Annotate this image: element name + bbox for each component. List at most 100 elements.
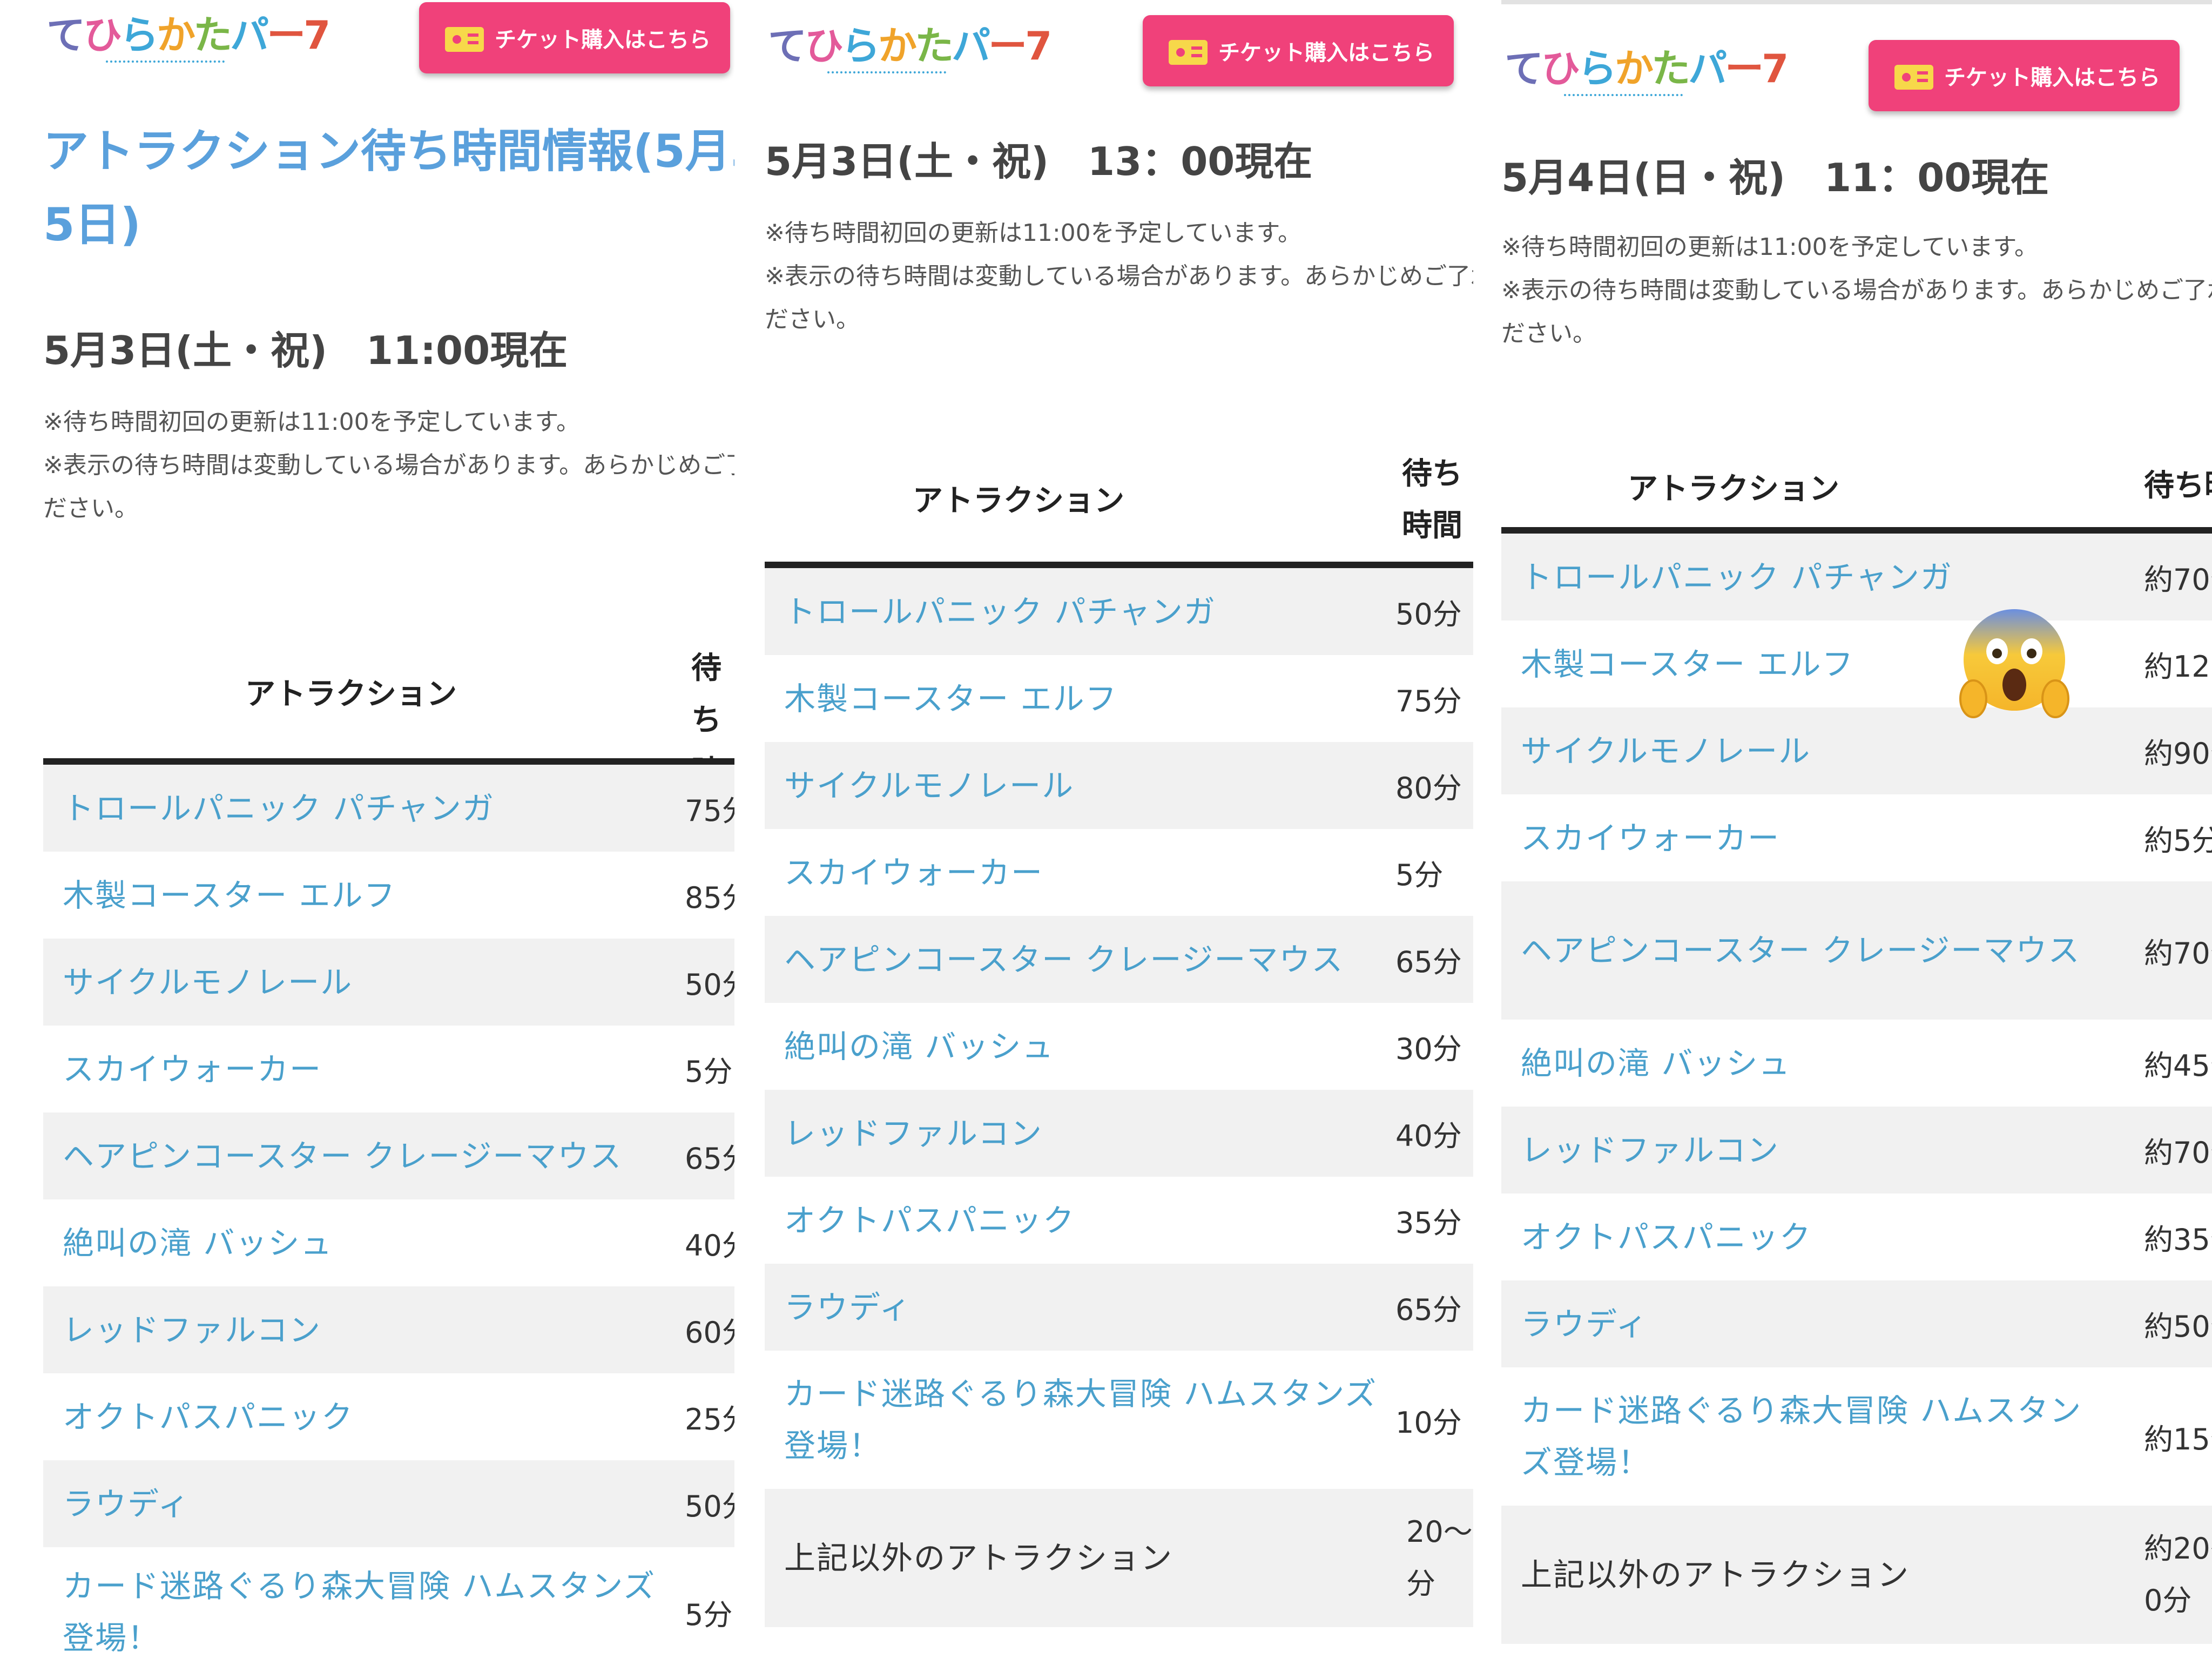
attraction-link[interactable]: サイクルモノレール [63, 939, 353, 1026]
table-row[interactable]: 木製コースター エルフ 85分 [43, 852, 734, 939]
table-row[interactable]: サイクルモノレール 50分 [43, 939, 734, 1026]
wait-time: 約35分 [2144, 1223, 2212, 1257]
table-row[interactable]: サイクルモノレール 80分 [765, 742, 1473, 829]
attraction-link[interactable]: ヘアピンコースター クレージーマウス [784, 916, 1344, 1003]
table-row[interactable]: ヘアピンコースター クレージーマウス 65分 [765, 916, 1473, 1003]
table-row[interactable]: 木製コースター エルフ 75分 [765, 655, 1473, 742]
attraction-link[interactable]: ラウディ [63, 1460, 190, 1547]
table-row[interactable]: レッドファルコン 60分 [43, 1286, 734, 1373]
table-row[interactable]: ラウディ 50分 [43, 1460, 734, 1547]
wait-time-table: アトラクション 待ち時間 トロールパニック パチャンガ 75分 木製コースター エ… [43, 626, 734, 1659]
table-row[interactable]: オクトパスパニック 35分 [765, 1177, 1473, 1264]
table-row[interactable]: ラウディ 約50分 [1501, 1280, 2212, 1367]
park-logo[interactable]: てひらかたパー7 [1505, 39, 1789, 98]
ticket-icon [445, 27, 484, 52]
table-row[interactable]: カード迷路ぐるり森大冒険 ハムスタンズ登場！ 約15分 [1501, 1367, 2212, 1506]
park-logo[interactable]: てひらかたパー7 [46, 5, 331, 65]
table-row[interactable]: トロールパニック パチャンガ 50分 [765, 568, 1473, 655]
table-row[interactable]: スカイウォーカー 5分 [765, 829, 1473, 916]
attraction-link[interactable]: トロールパニック パチャンガ [1521, 534, 1953, 621]
ticket-button-label: チケット購入はこちら [1218, 41, 1434, 65]
table-row[interactable]: オクトパスパニック 約35分 [1501, 1193, 2212, 1280]
table-row[interactable]: サイクルモノレール 約90分 [1501, 707, 2212, 794]
attraction-link[interactable]: 木製コースター エルフ [1521, 621, 1854, 707]
attraction-link[interactable]: ラウディ [1521, 1280, 1648, 1367]
attraction-link[interactable]: ヘアピンコースター クレージーマウス [63, 1112, 622, 1199]
table-row[interactable]: 絶叫の滝 バッシュ 40分 [43, 1199, 734, 1286]
wait-time: 約70分 [2144, 1136, 2212, 1170]
table-row[interactable]: 上記以外のアトラクション 20〜2 分 [765, 1489, 1473, 1627]
note-line-1: ※待ち時間初回の更新は11:00を予定しています。 [1501, 233, 2038, 261]
table-row[interactable]: 上記以外のアトラクション 約20〜 0分 [1501, 1506, 2212, 1644]
ticket-button-label: チケット購入はこちら [495, 28, 711, 52]
attraction-link[interactable]: レッドファルコン [784, 1090, 1043, 1177]
table-row[interactable]: カード迷路ぐるり森大冒険 ハムスタンズ登場！ 10分 [765, 1351, 1473, 1489]
wait-time: 約45分 [2144, 1049, 2212, 1083]
table-row[interactable]: トロールパニック パチャンガ 75分 [43, 765, 734, 852]
wait-time: 5分 [685, 1055, 733, 1089]
attraction-link[interactable]: サイクルモノレール [784, 742, 1074, 829]
table-header: アトラクション 待ち時間 [1501, 441, 2212, 534]
table-row[interactable]: 木製コースター エルフ 約120分 [1501, 621, 2212, 707]
table-row[interactable]: 絶叫の滝 バッシュ 30分 [765, 1003, 1473, 1090]
attraction-link[interactable]: トロールパニック パチャンガ [63, 765, 495, 852]
wait-time: 65分 [1395, 1293, 1462, 1327]
wait-time: 5分 [1395, 858, 1444, 892]
attraction-link[interactable]: レッドファルコン [1521, 1107, 1779, 1193]
ticket-icon [1169, 40, 1208, 65]
attraction-link[interactable]: オクトパスパニック [784, 1177, 1075, 1264]
table-row[interactable]: レッドファルコン 40分 [765, 1090, 1473, 1177]
wait-time: 約15分 [2144, 1422, 2212, 1456]
attraction-link[interactable]: オクトパスパニック [63, 1373, 354, 1460]
logo-wave [1564, 89, 1683, 96]
ticket-purchase-button[interactable]: チケット購入はこちら [1869, 40, 2180, 111]
attraction-link[interactable]: 木製コースター エルフ [784, 655, 1118, 742]
attraction-link[interactable]: スカイウォーカー [63, 1026, 322, 1112]
header-attraction: アトラクション [1628, 471, 1839, 507]
attraction-link[interactable]: カード迷路ぐるり森大冒険 ハムスタンズ登場！ [63, 1547, 667, 1659]
table-row[interactable]: 絶叫の滝 バッシュ 約45分 [1501, 1020, 2212, 1107]
note-line-1: ※待ち時間初回の更新は11:00を予定しています。 [765, 219, 1301, 247]
wait-time: 85分 [685, 881, 734, 915]
table-row[interactable]: オクトパスパニック 25分 [43, 1373, 734, 1460]
table-row[interactable]: トロールパニック パチャンガ 約70分 [1501, 534, 2212, 621]
table-header: アトラクション 待ち時間 [43, 626, 734, 841]
attraction-link[interactable]: ラウディ [784, 1264, 912, 1351]
park-logo[interactable]: てひらかたパー7 [768, 16, 1052, 76]
wait-time-table: アトラクション 待ち時間 トロールパニック パチャンガ約70分 木製コースター … [1501, 441, 2212, 1644]
attraction-link[interactable]: 絶叫の滝 バッシュ [1521, 1020, 1791, 1107]
wait-time: 約5分 [2144, 824, 2212, 858]
date-heading: 5月4日(日・祝) 11：00現在 [1501, 155, 2049, 200]
table-row[interactable]: スカイウォーカー 約5分 [1501, 794, 2212, 881]
wait-time: 75分 [1395, 684, 1462, 718]
attraction-link[interactable]: 木製コースター エルフ [63, 852, 396, 939]
attraction-link[interactable]: スカイウォーカー [1521, 794, 1780, 881]
notes: ※待ち時間初回の更新は11:00を予定しています。 ※表示の待ち時間は変動してい… [43, 401, 734, 530]
attraction-link[interactable]: ヘアピンコースター クレージーマウス [1521, 881, 2093, 1020]
wait-time: 約20〜 0分 [2144, 1532, 2212, 1617]
table-header: アトラクション 待ち時間 [765, 443, 1473, 568]
panel-separator [734, 0, 754, 1659]
attraction-link[interactable]: スカイウォーカー [784, 829, 1043, 916]
table-row[interactable]: レッドファルコン 約70分 [1501, 1107, 2212, 1193]
attraction-link[interactable]: 絶叫の滝 バッシュ [784, 1003, 1054, 1090]
header-wait: 待ち時間 [2144, 468, 2212, 503]
table-row[interactable]: ヘアピンコースター クレージーマウス 65分 [43, 1112, 734, 1199]
table-row[interactable]: ヘアピンコースター クレージーマウス 約70分 [1501, 881, 2212, 1020]
wait-time: 約50分 [2144, 1310, 2212, 1344]
ticket-icon [1894, 65, 1933, 90]
attraction-link[interactable]: トロールパニック パチャンガ [784, 568, 1216, 655]
ticket-purchase-button[interactable]: チケット購入はこちら [419, 2, 730, 73]
attraction-link[interactable]: サイクルモノレール [1521, 707, 1811, 794]
attraction-link[interactable]: カード迷路ぐるり森大冒険 ハムスタンズ登場！ [784, 1351, 1378, 1489]
attraction-link[interactable]: オクトパスパニック [1521, 1193, 1812, 1280]
attraction-link[interactable]: カード迷路ぐるり森大冒険 ハムスタンズ登場！ [1521, 1367, 2093, 1506]
table-row[interactable]: カード迷路ぐるり森大冒険 ハムスタンズ登場！ 5分 [43, 1547, 734, 1659]
ticket-purchase-button[interactable]: チケット購入はこちら [1143, 15, 1454, 86]
table-row[interactable]: ラウディ 65分 [765, 1264, 1473, 1351]
note-line-2: ※表示の待ち時間は変動している場合があります。あらかじめご了承ください。 [43, 451, 734, 522]
wait-time: 50分 [685, 1489, 734, 1523]
attraction-link[interactable]: 絶叫の滝 バッシュ [63, 1199, 333, 1286]
attraction-link[interactable]: レッドファルコン [63, 1286, 321, 1373]
table-row[interactable]: スカイウォーカー 5分 [43, 1026, 734, 1112]
